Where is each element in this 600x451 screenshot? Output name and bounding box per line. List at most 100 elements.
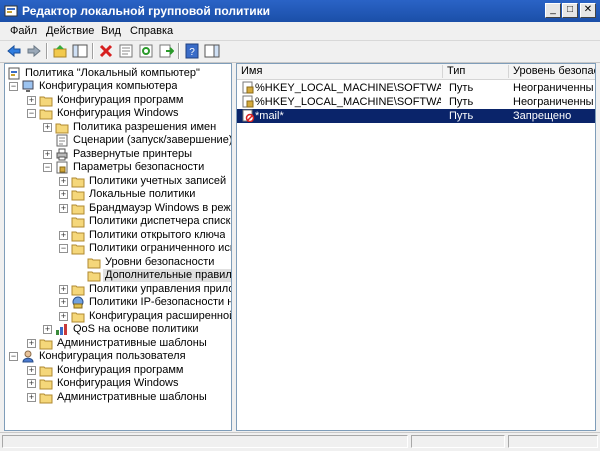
menu-action[interactable]: Действие <box>46 25 94 37</box>
tree-label: Сценарии (запуск/завершение) <box>73 134 232 146</box>
delete-icon[interactable] <box>98 43 114 59</box>
expand-toggle[interactable]: + <box>59 312 68 321</box>
tree-node-security-levels[interactable]: Уровни безопасности <box>75 256 229 269</box>
tree-label: Локальные политики <box>89 188 196 200</box>
tree-node-scripts[interactable]: Сценарии (запуск/завершение) <box>43 134 232 147</box>
expand-toggle[interactable]: + <box>59 190 68 199</box>
collapse-toggle[interactable]: − <box>43 163 52 172</box>
forward-icon[interactable] <box>26 43 42 59</box>
refresh-icon[interactable] <box>138 43 154 59</box>
back-icon[interactable] <box>6 43 22 59</box>
rule-security-level: Неограниченный <box>513 82 593 94</box>
expand-toggle[interactable]: + <box>59 298 68 307</box>
tree-node-user-config[interactable]: − Конфигурация пользователя <box>9 350 229 363</box>
expand-toggle[interactable]: + <box>59 204 68 213</box>
tree-label: Параметры безопасности <box>73 161 205 173</box>
tree-label: Конфигурация пользователя <box>39 350 186 362</box>
tree-label: Конфигурация компьютера <box>39 80 178 92</box>
rule-security-level: Неограниченный <box>513 96 593 108</box>
close-button[interactable]: ✕ <box>580 3 596 18</box>
folder-icon <box>87 258 101 269</box>
tree-label: Политика разрешения имен <box>73 121 217 133</box>
tree-node-deployed-printers[interactable]: + Развернутые принтеры <box>43 148 229 161</box>
maximize-button[interactable]: □ <box>562 3 578 18</box>
tree-node-local-computer-policy[interactable]: Политика "Локальный компьютер" <box>7 67 229 80</box>
tree-node-security-settings[interactable]: − Параметры безопасности <box>43 161 229 174</box>
tree-node-software-settings[interactable]: + Конфигурация программ <box>27 94 229 107</box>
help-icon[interactable]: ? <box>184 43 200 59</box>
tree-label: Административные шаблоны <box>57 391 207 403</box>
export-icon[interactable] <box>158 43 174 59</box>
expand-toggle[interactable]: + <box>59 285 68 294</box>
tree-node-windows-firewall[interactable]: + Брандмауэр Windows в режиме по <box>59 202 231 215</box>
expand-toggle[interactable]: + <box>27 339 36 348</box>
tree-node-computer-admin-templates[interactable]: + Административные шаблоны <box>27 337 229 350</box>
tree-node-additional-rules[interactable]: Дополнительные правила <box>75 269 231 282</box>
column-header-name[interactable]: Имя <box>237 65 443 78</box>
list-header: Имя Тип Уровень безопас... <box>237 64 595 80</box>
tree-node-public-key-policies[interactable]: + Политики открытого ключа <box>59 229 229 242</box>
console-tree[interactable]: Политика "Локальный компьютер" − Конфигу… <box>4 63 232 431</box>
window-title: Редактор локальной групповой политики <box>22 4 270 18</box>
up-icon[interactable] <box>52 43 68 59</box>
rule-type: Путь <box>449 110 474 122</box>
expand-toggle[interactable]: + <box>43 150 52 159</box>
tree-node-ip-security-policies[interactable]: + Политики IP-безопасности на "Лс <box>59 296 231 309</box>
view-icon[interactable] <box>204 43 220 59</box>
expand-toggle[interactable]: + <box>27 379 36 388</box>
tree-node-local-policies[interactable]: + Локальные политики <box>59 188 229 201</box>
tree-node-advanced-audit-config[interactable]: + Конфигурация расширенной пол <box>59 310 232 323</box>
expand-toggle[interactable]: + <box>59 231 68 240</box>
expand-toggle[interactable]: + <box>43 123 52 132</box>
tree-node-user-software-settings[interactable]: + Конфигурация программ <box>27 364 229 377</box>
status-panel <box>2 435 408 448</box>
tree-node-user-admin-templates[interactable]: + Административные шаблоны <box>27 391 229 404</box>
toolbar-separator <box>92 43 94 59</box>
column-header-type[interactable]: Тип <box>443 65 509 78</box>
menu-file[interactable]: Файл <box>10 25 37 37</box>
tree-node-network-list-manager[interactable]: Политики диспетчера списка сет <box>59 215 231 228</box>
folder-icon <box>39 96 53 107</box>
qos-icon <box>56 324 67 335</box>
tree-label: Конфигурация программ <box>57 94 184 106</box>
results-list[interactable]: Имя Тип Уровень безопас... %HKEY_LOCAL_M… <box>236 63 596 431</box>
collapse-toggle[interactable]: − <box>9 82 18 91</box>
menu-view[interactable]: Вид <box>101 25 121 37</box>
tree-label: Политики управления приложен <box>89 283 231 295</box>
tree-node-name-resolution-policy[interactable]: + Политика разрешения имен <box>43 121 229 134</box>
menu-help[interactable]: Справка <box>130 25 173 37</box>
folder-icon <box>55 123 69 134</box>
toolbar-separator <box>178 43 180 59</box>
show-hide-tree-icon[interactable] <box>72 43 88 59</box>
expand-toggle[interactable]: + <box>43 325 52 334</box>
tree-node-computer-config[interactable]: − Конфигурация компьютера <box>9 80 229 93</box>
rule-type: Путь <box>449 82 474 94</box>
tree-label: Политики IP-безопасности на "Лс <box>89 296 231 308</box>
table-row-selected[interactable]: *mail* Путь Запрещено <box>237 109 595 123</box>
table-row[interactable]: %HKEY_LOCAL_MACHINE\SOFTWARE\Micr... Пут… <box>237 95 595 109</box>
collapse-toggle[interactable]: − <box>9 352 18 361</box>
tree-node-windows-settings[interactable]: − Конфигурация Windows <box>27 107 229 120</box>
minimize-button[interactable]: _ <box>545 3 561 18</box>
rule-lock-icon <box>242 81 254 94</box>
tree-label: Конфигурация программ <box>57 364 184 376</box>
tree-node-application-control-policies[interactable]: + Политики управления приложен <box>59 283 231 296</box>
scripts-icon <box>56 134 68 147</box>
folder-icon <box>71 244 85 255</box>
properties-icon[interactable] <box>118 43 134 59</box>
tree-label: Конфигурация расширенной пол <box>89 310 232 322</box>
expand-toggle[interactable]: + <box>27 393 36 402</box>
table-row[interactable]: %HKEY_LOCAL_MACHINE\SOFTWARE\Micr... Пут… <box>237 81 595 95</box>
tree-node-account-policies[interactable]: + Политики учетных записей <box>59 175 229 188</box>
expand-toggle[interactable]: + <box>27 96 36 105</box>
tree-label: Дополнительные правила <box>103 269 231 282</box>
expand-toggle[interactable]: + <box>27 366 36 375</box>
tree-node-qos[interactable]: + QoS на основе политики <box>43 323 229 336</box>
folder-icon <box>71 177 85 188</box>
collapse-toggle[interactable]: − <box>59 244 68 253</box>
expand-toggle[interactable]: + <box>59 177 68 186</box>
column-header-security-level[interactable]: Уровень безопас... <box>509 65 595 78</box>
tree-node-software-restriction-policies[interactable]: − Политики ограниченного исполь: <box>59 242 231 255</box>
collapse-toggle[interactable]: − <box>27 109 36 118</box>
tree-node-user-windows-settings[interactable]: + Конфигурация Windows <box>27 377 229 390</box>
